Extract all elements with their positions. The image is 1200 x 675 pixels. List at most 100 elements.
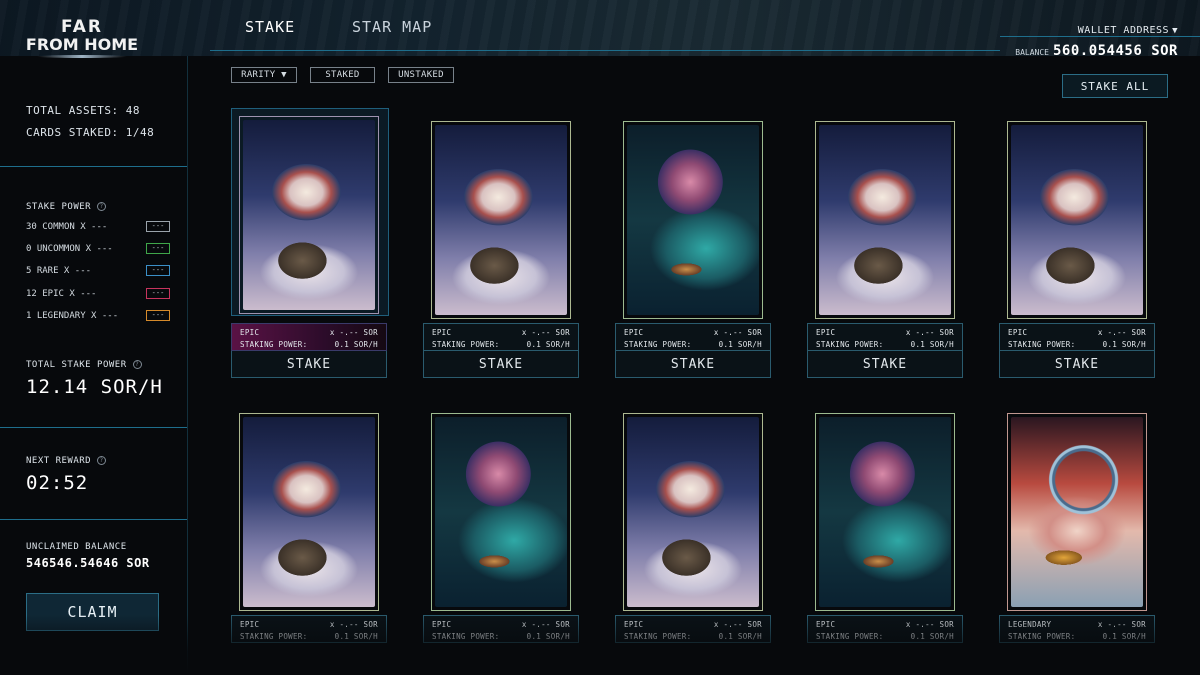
card-price: x -.-- SOR	[521, 328, 570, 337]
rarity-filter-dropdown[interactable]: RARITY ▼	[231, 67, 297, 83]
power-box: ---	[146, 288, 170, 299]
staked-filter-button[interactable]: STAKED	[310, 67, 375, 83]
card-power-label: STAKING POWER:	[816, 340, 884, 349]
card-power-label: STAKING POWER:	[1008, 340, 1076, 349]
stake-button[interactable]: STAKE	[615, 351, 771, 378]
card-rarity: EPIC	[432, 620, 452, 629]
caret-down-icon: ▼	[1172, 26, 1178, 36]
card-info: EPIC x -.-- SOR STAKING POWER: 0.1 SOR/H	[615, 323, 771, 351]
card-power-label: STAKING POWER:	[432, 632, 500, 641]
next-reward-label: NEXT REWARD?	[26, 456, 107, 466]
card-info: EPIC x -.-- SOR STAKING POWER: 0.1 SOR/H	[231, 323, 387, 351]
card-info: EPIC x -.-- SOR STAKING POWER: 0.1 SOR/H	[423, 323, 579, 351]
card-info: EPIC x -.-- SOR STAKING POWER: 0.1 SOR/H	[807, 323, 963, 351]
card-power: 0.1 SOR/H	[718, 340, 762, 349]
card-power: 0.1 SOR/H	[910, 632, 954, 641]
stake-all-button[interactable]: STAKE ALL	[1062, 74, 1168, 98]
card-price: x -.-- SOR	[905, 328, 954, 337]
card-rarity: EPIC	[816, 620, 836, 629]
power-count: 30	[26, 222, 37, 232]
card-frame	[815, 121, 955, 319]
cards-staked: CARDS STAKED: 1/48	[26, 126, 155, 139]
stake-button[interactable]: STAKE	[999, 351, 1155, 378]
unclaimed-balance-label: UNCLAIMED BALANCE	[26, 542, 127, 552]
unclaimed-balance-value: 546546.54646 SOR	[26, 556, 150, 570]
card-frame	[239, 116, 379, 314]
card-power: 0.1 SOR/H	[526, 632, 570, 641]
card-frame	[623, 121, 763, 319]
power-label: LEGENDARY X ---	[36, 311, 119, 321]
card-power-label: STAKING POWER:	[432, 340, 500, 349]
power-label: UNCOMMON X ---	[36, 244, 113, 254]
info-icon[interactable]: ?	[97, 202, 107, 211]
card-power: 0.1 SOR/H	[1102, 632, 1146, 641]
sidebar-divider	[0, 166, 187, 167]
logo-line-1: FAR	[61, 17, 103, 37]
card-price: x -.-- SOR	[329, 620, 378, 629]
card-info: EPIC x -.-- SOR STAKING POWER: 0.1 SOR/H	[231, 615, 387, 643]
card-price: x -.-- SOR	[713, 328, 762, 337]
stake-button[interactable]: STAKE	[807, 351, 963, 378]
card-power: 0.1 SOR/H	[910, 340, 954, 349]
stake-button[interactable]: STAKE	[423, 351, 579, 378]
power-label: EPIC X ---	[42, 289, 97, 299]
tab-star-map[interactable]: STAR MAP	[352, 18, 432, 36]
power-box: ---	[146, 265, 170, 276]
stake-button[interactable]: STAKE	[231, 351, 387, 378]
sidebar-divider	[0, 427, 187, 428]
sidebar-divider	[0, 519, 187, 520]
card-rarity: LEGENDARY	[1008, 620, 1052, 629]
sidebar-edge	[187, 56, 188, 675]
balance-label: BALANCE	[1015, 48, 1049, 57]
card-power-label: STAKING POWER:	[624, 632, 692, 641]
info-icon[interactable]: ?	[97, 456, 107, 465]
power-box: ---	[146, 310, 170, 321]
card-power: 0.1 SOR/H	[334, 340, 378, 349]
card-power-label: STAKING POWER:	[1008, 632, 1076, 641]
power-count: 1	[26, 311, 32, 321]
header-divider	[210, 50, 1000, 51]
stake-power-label: STAKE POWER?	[26, 202, 107, 212]
power-count: 0	[26, 244, 32, 254]
power-label: COMMON X ---	[42, 222, 108, 232]
tab-stake[interactable]: STAKE	[245, 18, 295, 36]
card-frame	[431, 121, 571, 319]
rarity-filter-label: RARITY	[241, 70, 276, 80]
stake-power-text: STAKE POWER	[26, 202, 92, 212]
card-price: x -.-- SOR	[1097, 620, 1146, 629]
stake-power-legendary: 1 LEGENDARY X --- ---	[26, 310, 176, 321]
card-rarity: EPIC	[432, 328, 452, 337]
next-reward-timer: 02:52	[26, 472, 89, 494]
card-info: EPIC x -.-- SOR STAKING POWER: 0.1 SOR/H	[807, 615, 963, 643]
card-power: 0.1 SOR/H	[334, 632, 378, 641]
power-label: RARE X ---	[36, 266, 92, 276]
card-frame	[815, 413, 955, 611]
card-rarity: EPIC	[240, 328, 260, 337]
card-rarity: EPIC	[624, 328, 644, 337]
card-frame	[623, 413, 763, 611]
card-rarity: EPIC	[1008, 328, 1028, 337]
caret-down-icon: ▼	[281, 70, 287, 80]
power-count: 12	[26, 289, 37, 299]
power-count: 5	[26, 266, 32, 276]
card-info: EPIC x -.-- SOR STAKING POWER: 0.1 SOR/H	[999, 323, 1155, 351]
card-price: x -.-- SOR	[713, 620, 762, 629]
card-frame	[239, 413, 379, 611]
card-frame	[431, 413, 571, 611]
total-stake-power-text: TOTAL STAKE POWER	[26, 360, 127, 370]
claim-button[interactable]: CLAIM	[26, 593, 159, 631]
wallet-address-dropdown[interactable]: WALLET ADDRESS ▼	[1078, 25, 1178, 36]
balance-value: 560.054456 SOR	[1052, 43, 1178, 59]
unstaked-filter-button[interactable]: UNSTAKED	[388, 67, 454, 83]
stake-power-uncommon: 0 UNCOMMON X --- ---	[26, 243, 176, 254]
card-power: 0.1 SOR/H	[526, 340, 570, 349]
card-rarity: EPIC	[816, 328, 836, 337]
card-power: 0.1 SOR/H	[718, 632, 762, 641]
logo-line-2: FROM HOME	[25, 35, 139, 54]
info-icon[interactable]: ?	[132, 360, 142, 369]
card-info: EPIC x -.-- SOR STAKING POWER: 0.1 SOR/H	[423, 615, 579, 643]
card-price: x -.-- SOR	[1097, 328, 1146, 337]
header-divider-right	[1000, 36, 1200, 37]
game-logo[interactable]: FAR FROM HOME	[22, 18, 142, 62]
stake-power-rare: 5 RARE X --- ---	[26, 265, 176, 276]
